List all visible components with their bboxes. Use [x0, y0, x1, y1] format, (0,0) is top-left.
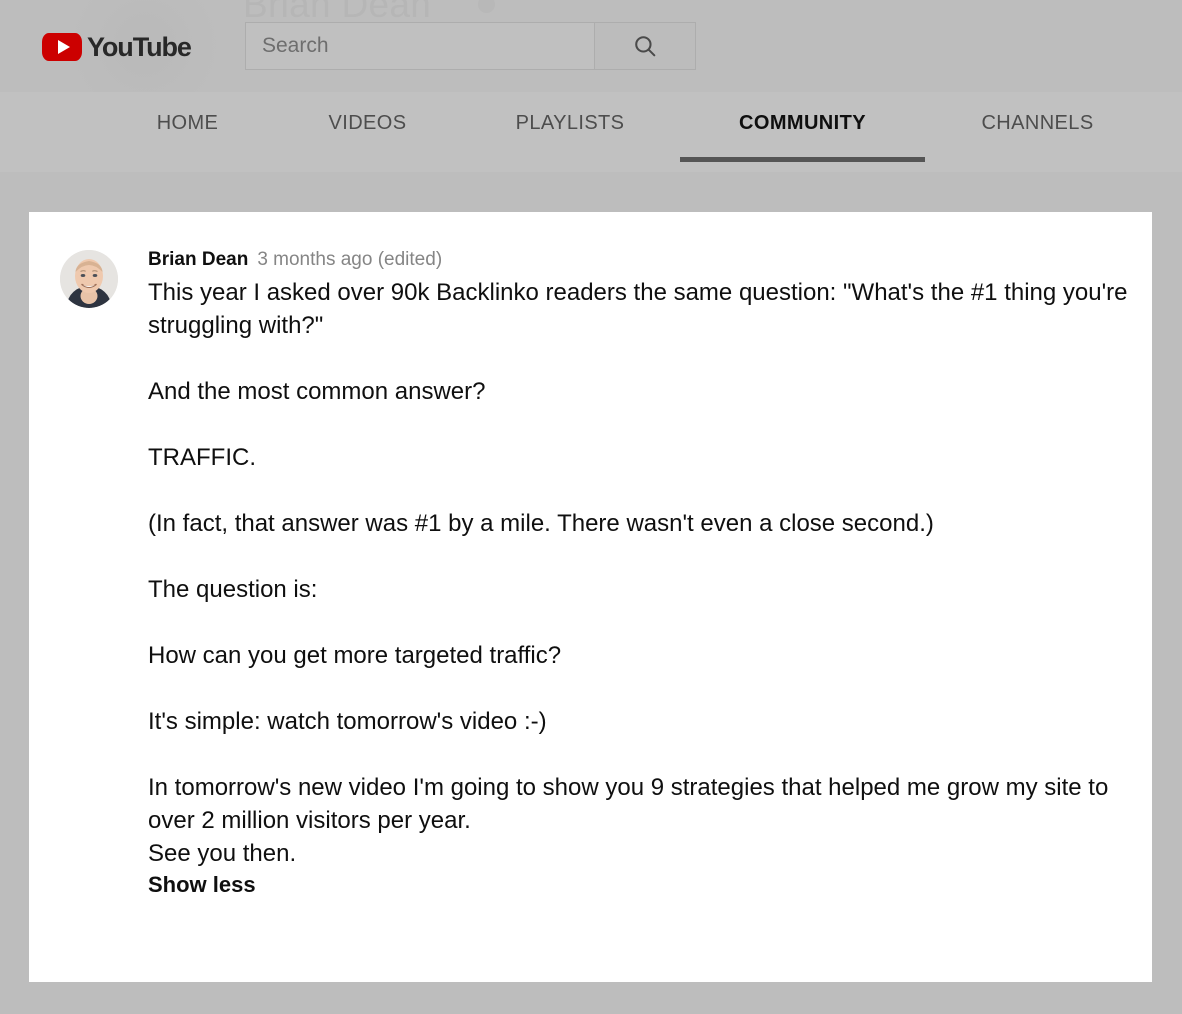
tab-label: VIDEOS [328, 112, 407, 134]
post-paragraph: The question is: [148, 576, 318, 603]
search-input[interactable] [246, 23, 594, 69]
tab-home[interactable]: HOME [100, 112, 275, 172]
post-paragraph: And the most common answer? [148, 378, 486, 405]
tab-channels[interactable]: CHANNELS [945, 112, 1130, 172]
post-signoff: See you then. [148, 840, 297, 867]
post-text: This year I asked over 90k Backlinko rea… [148, 276, 1132, 837]
post-paragraph: In tomorrow's new video I'm going to sho… [148, 774, 1109, 834]
post-header: Brian Dean 3 months ago (edited) [148, 248, 1132, 272]
tab-community[interactable]: COMMUNITY [680, 112, 925, 172]
post-paragraph: TRAFFIC. [148, 444, 256, 471]
tab-playlists[interactable]: PLAYLISTS [470, 112, 670, 172]
youtube-logo[interactable]: YouTube [42, 30, 192, 64]
community-post: Brian Dean 3 months ago (edited) This yea… [60, 248, 1132, 900]
channel-tabs: HOME VIDEOS PLAYLISTS COMMUNITY CHANNELS [0, 92, 1182, 172]
post-paragraph: How can you get more targeted traffic? [148, 642, 562, 669]
search-button[interactable] [595, 22, 696, 70]
search-bar [245, 22, 696, 70]
search-input-wrapper[interactable] [245, 22, 595, 70]
avatar[interactable] [60, 250, 118, 308]
post-timestamp: 3 months ago (edited) [257, 249, 443, 270]
search-icon [635, 36, 656, 57]
tab-videos[interactable]: VIDEOS [280, 112, 455, 172]
post-body: Brian Dean 3 months ago (edited) This yea… [148, 248, 1132, 900]
post-author[interactable]: Brian Dean [148, 249, 248, 270]
youtube-logo-text: YouTube [87, 31, 192, 62]
post-paragraph: It's simple: watch tomorrow's video :-) [148, 708, 547, 735]
post-paragraph: This year I asked over 90k Backlinko rea… [148, 279, 1128, 339]
show-less-button[interactable]: Show less [148, 870, 256, 900]
tab-label: CHANNELS [981, 112, 1094, 134]
avatar-photo [60, 250, 118, 308]
channel-tab-bar: HOME VIDEOS PLAYLISTS COMMUNITY CHANNELS [0, 92, 1182, 172]
post-paragraph: (In fact, that answer was #1 by a mile. … [148, 510, 934, 537]
youtube-play-icon [42, 33, 82, 61]
tab-label: HOME [156, 112, 219, 134]
tab-label: COMMUNITY [739, 112, 866, 134]
active-tab-underline [680, 157, 925, 162]
community-post-card: Brian Dean 3 months ago (edited) This yea… [29, 212, 1152, 982]
masthead: YouTube [0, 0, 1182, 92]
tab-label: PLAYLISTS [515, 112, 625, 134]
